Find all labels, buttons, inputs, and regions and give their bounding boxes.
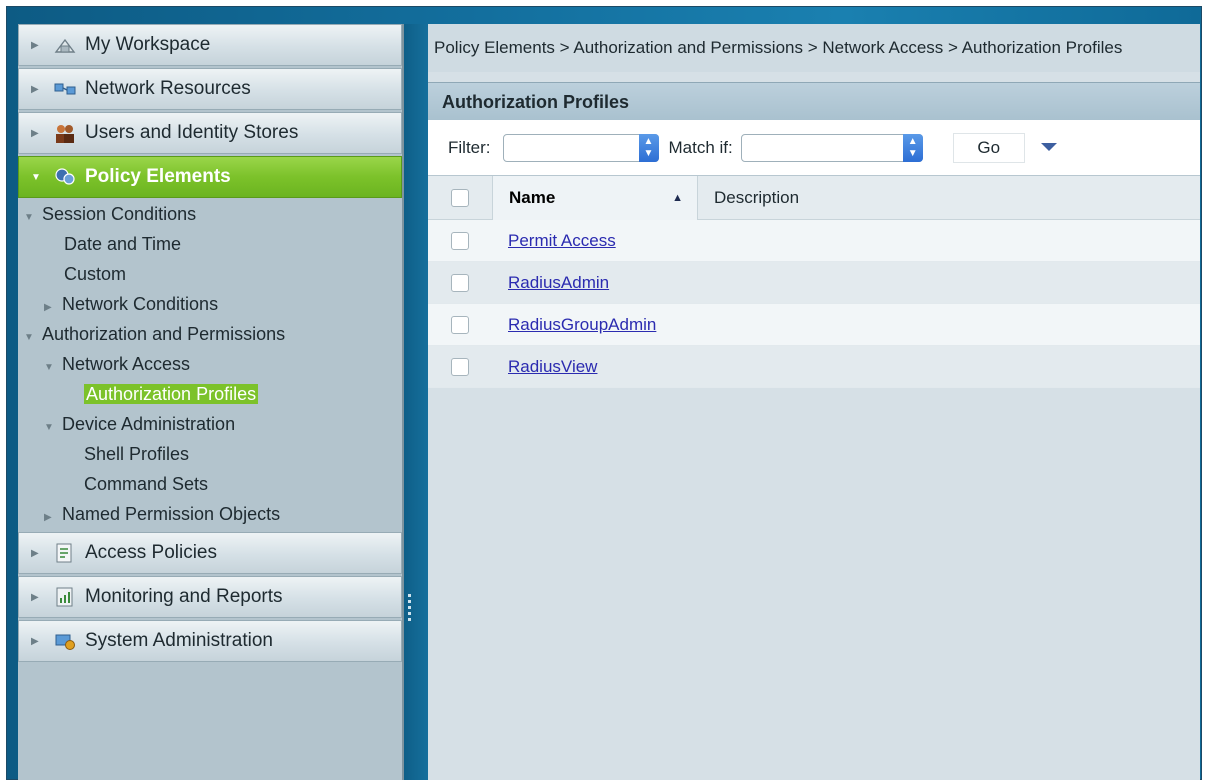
column-header-name[interactable]: Name ▲ (492, 175, 698, 220)
profile-link[interactable]: Permit Access (508, 231, 616, 250)
drawer-label: Policy Elements (85, 166, 231, 187)
tree-item-named-permission-objects[interactable]: ▶ Named Permission Objects (44, 504, 280, 525)
collapse-arrow-icon: ▼ (24, 332, 34, 343)
navigation-sidebar: ▶ My Workspace ▶ Network Resources ▶ Use… (18, 24, 404, 780)
drawer-monitoring-reports[interactable]: ▶ Monitoring and Reports (18, 576, 402, 618)
tree-item-shell-profiles[interactable]: Shell Profiles (84, 444, 189, 465)
collapse-arrow-icon: ▼ (44, 422, 54, 433)
workspace-icon (51, 33, 79, 57)
access-policies-icon (51, 541, 79, 565)
tree-item-network-conditions[interactable]: ▶ Network Conditions (44, 294, 218, 315)
expand-arrow-icon: ▶ (31, 83, 39, 95)
panel-splitter[interactable] (404, 24, 428, 780)
filter-select-value (504, 135, 658, 143)
filter-toolbar: Filter: ▲ ▼ Match if: ▲ ▼ Go (428, 120, 1200, 176)
tree-item-network-access[interactable]: ▼ Network Access (44, 354, 190, 375)
tree-item-device-administration[interactable]: ▼ Device Administration (44, 414, 235, 435)
expand-arrow-icon: ▶ (31, 127, 39, 139)
filter-label: Filter: (448, 137, 491, 157)
splitter-grip[interactable] (408, 594, 411, 624)
sort-ascending-icon: ▲ (672, 191, 683, 204)
expand-arrow-icon: ▶ (31, 39, 39, 51)
row-checkbox[interactable] (451, 231, 469, 250)
tree-item-custom[interactable]: Custom (64, 264, 126, 285)
tree-item-session-conditions[interactable]: ▼ Session Conditions (24, 204, 196, 225)
panel-title-text: Authorization Profiles (442, 92, 630, 112)
select-spinner-icon: ▲ ▼ (638, 133, 659, 162)
row-name-cell: RadiusAdmin (492, 273, 609, 293)
row-name-cell: RadiusGroupAdmin (492, 315, 656, 335)
drawer-my-workspace[interactable]: ▶ My Workspace (18, 24, 402, 66)
expand-arrow-icon: ▶ (31, 547, 39, 559)
table-row: Permit Access (428, 220, 1200, 262)
match-if-select[interactable]: ▲ ▼ (740, 133, 923, 162)
drawer-label: System Administration (85, 630, 273, 651)
drawer-label: Network Resources (85, 78, 251, 99)
users-icon (51, 121, 79, 145)
network-resources-icon (51, 77, 79, 101)
tree-item-date-and-time[interactable]: Date and Time (64, 234, 181, 255)
panel-title: Authorization Profiles (428, 82, 1200, 120)
row-checkbox[interactable] (451, 273, 469, 292)
policy-elements-icon (51, 165, 79, 189)
collapse-arrow-icon: ▼ (24, 212, 34, 223)
authorization-profiles-table: Name ▲ Description Permit Access RadiusA… (428, 175, 1200, 388)
expand-arrow-icon: ▶ (44, 512, 52, 523)
row-checkbox[interactable] (451, 315, 469, 334)
row-checkbox-cell (428, 273, 492, 292)
column-header-description[interactable]: Description (698, 188, 799, 208)
content-area: Policy Elements > Authorization and Perm… (428, 24, 1200, 780)
table-header: Name ▲ Description (428, 175, 1200, 220)
select-all-cell (428, 176, 492, 220)
table-row: RadiusView (428, 346, 1200, 388)
row-checkbox-cell (428, 357, 492, 376)
profile-link[interactable]: RadiusGroupAdmin (508, 315, 656, 334)
drawer-access-policies[interactable]: ▶ Access Policies (18, 532, 402, 574)
collapse-arrow-icon: ▼ (31, 171, 41, 183)
expand-arrow-icon: ▶ (44, 302, 52, 313)
row-name-cell: Permit Access (492, 231, 616, 251)
row-checkbox-cell (428, 315, 492, 334)
select-all-checkbox[interactable] (451, 188, 469, 207)
profile-link[interactable]: RadiusAdmin (508, 273, 609, 292)
match-if-select-value (742, 135, 922, 143)
expand-arrow-icon: ▶ (31, 635, 39, 647)
breadcrumb-text: Policy Elements > Authorization and Perm… (434, 38, 1123, 57)
profile-link[interactable]: RadiusView (508, 357, 597, 376)
row-name-cell: RadiusView (492, 357, 597, 377)
collapse-arrow-icon: ▼ (44, 362, 54, 373)
drawer-system-administration[interactable]: ▶ System Administration (18, 620, 402, 662)
match-if-label: Match if: (668, 137, 733, 157)
go-button[interactable]: Go (952, 132, 1025, 163)
drawer-label: My Workspace (85, 34, 211, 55)
drawer-label: Access Policies (85, 542, 217, 563)
table-row: RadiusGroupAdmin (428, 304, 1200, 346)
expand-arrow-icon: ▶ (31, 591, 39, 603)
row-checkbox[interactable] (451, 357, 469, 376)
dropdown-arrow-icon[interactable] (1039, 138, 1059, 158)
system-admin-icon (51, 629, 79, 653)
monitoring-reports-icon (51, 585, 79, 609)
table-row: RadiusAdmin (428, 262, 1200, 304)
tree-item-authorization-and-permissions[interactable]: ▼ Authorization and Permissions (24, 324, 285, 345)
column-header-description-label: Description (714, 187, 800, 207)
drawer-label: Monitoring and Reports (85, 586, 283, 607)
go-button-label: Go (977, 137, 1001, 157)
select-spinner-icon: ▲ ▼ (902, 133, 923, 162)
tree-item-command-sets[interactable]: Command Sets (84, 474, 208, 495)
tree-item-authorization-profiles[interactable]: Authorization Profiles (84, 384, 259, 405)
breadcrumb: Policy Elements > Authorization and Perm… (428, 24, 1200, 72)
row-checkbox-cell (428, 231, 492, 250)
drawer-label: Users and Identity Stores (85, 122, 299, 143)
column-header-name-label: Name (509, 187, 556, 207)
drawer-network-resources[interactable]: ▶ Network Resources (18, 68, 402, 110)
drawer-users-identity-stores[interactable]: ▶ Users and Identity Stores (18, 112, 402, 154)
drawer-policy-elements[interactable]: ▼ Policy Elements (18, 156, 402, 198)
filter-select[interactable]: ▲ ▼ (502, 133, 659, 162)
